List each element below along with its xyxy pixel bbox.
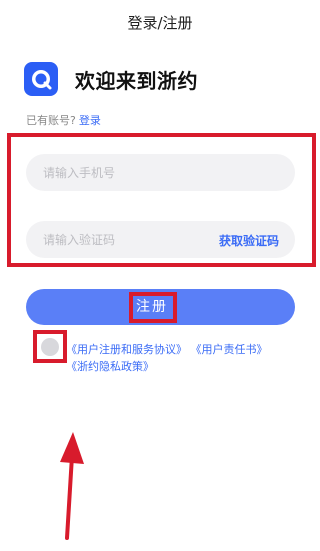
annotation-box-fields xyxy=(7,133,316,267)
nav-bar: 登录/注册 xyxy=(0,0,320,44)
annotation-arrow-icon xyxy=(60,432,84,540)
login-link[interactable]: 登录 xyxy=(79,114,101,127)
agreement-text-line2: 《浙约隐私政策》 xyxy=(66,358,154,374)
privacy-policy-link[interactable]: 《浙约隐私政策》 xyxy=(66,360,154,373)
agreement-text-line1: 《用户注册和服务协议》 《用户责任书》 xyxy=(66,341,268,357)
brand-row: 欢迎来到浙约 xyxy=(24,61,198,97)
account-row: 已有账号? 登录 xyxy=(26,112,101,128)
app-logo-icon xyxy=(24,62,58,96)
annotation-box-checkbox xyxy=(33,330,67,363)
welcome-title: 欢迎来到浙约 xyxy=(75,68,198,93)
annotation-box-register xyxy=(129,292,177,323)
user-agreement-link[interactable]: 《用户注册和服务协议》 xyxy=(66,343,187,356)
page-title: 登录/注册 xyxy=(127,14,193,32)
account-prompt: 已有账号? xyxy=(26,114,76,127)
responsibility-link[interactable]: 《用户责任书》 xyxy=(191,343,268,356)
